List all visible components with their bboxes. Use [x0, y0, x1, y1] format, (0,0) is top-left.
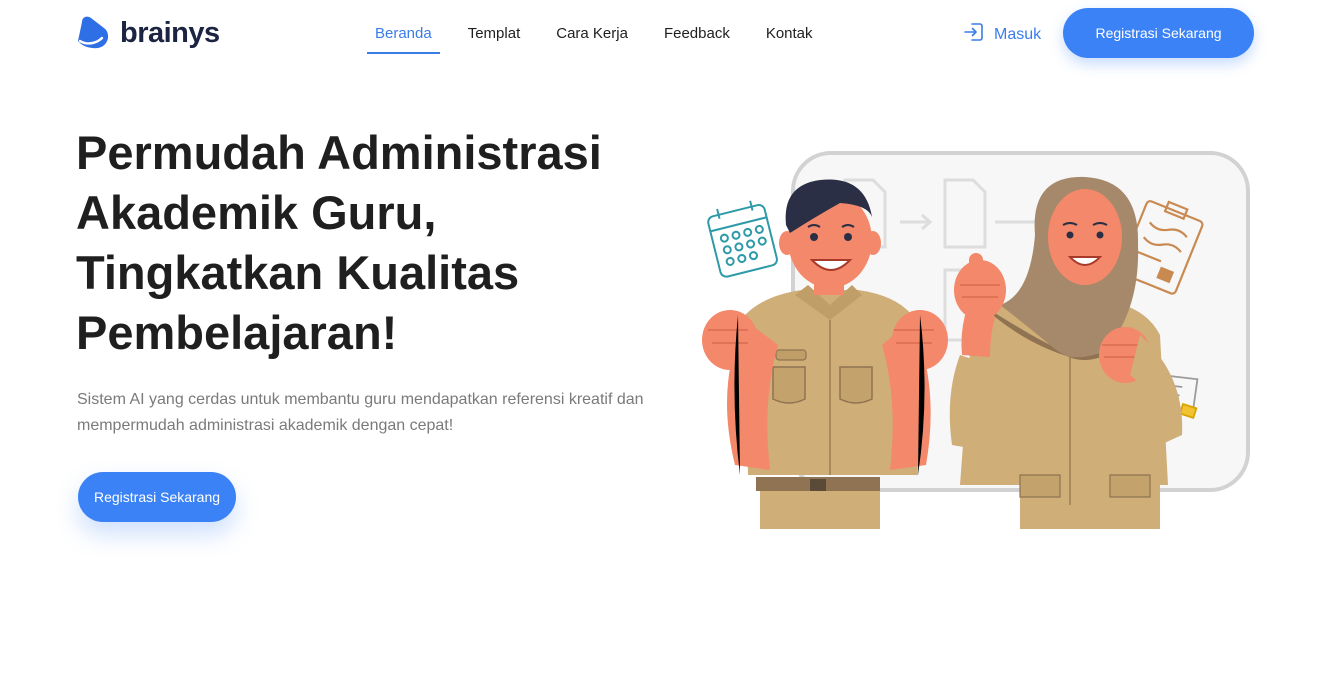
brainys-logo-icon [76, 14, 114, 52]
register-button-hero[interactable]: Registrasi Sekarang [78, 472, 236, 522]
nav-links: Beranda Templat Cara Kerja Feedback Kont… [367, 14, 841, 54]
nav-item-cara-kerja[interactable]: Cara Kerja [548, 14, 636, 54]
hero-title-line: Akademik Guru, [76, 186, 437, 239]
top-navbar: brainys Beranda Templat Cara Kerja Feedb… [0, 0, 1333, 68]
login-link[interactable]: Masuk [963, 21, 1041, 48]
sign-in-icon [963, 21, 985, 48]
teachers-celebrating-illustration [690, 145, 1260, 540]
nav-item-feedback[interactable]: Feedback [656, 14, 738, 54]
brand[interactable]: brainys [76, 14, 220, 52]
brand-name: brainys [120, 16, 220, 49]
login-label: Masuk [994, 25, 1042, 43]
hero-title-line: Tingkatkan Kualitas [76, 246, 520, 299]
register-button-nav[interactable]: Registrasi Sekarang [1063, 8, 1254, 58]
nav-item-kontak[interactable]: Kontak [758, 14, 821, 54]
nav-item-beranda[interactable]: Beranda [367, 14, 440, 54]
hero-subtitle: Sistem AI yang cerdas untuk membantu gur… [77, 391, 644, 434]
hero-title-line: Pembelajaran! [76, 306, 398, 359]
hero-title-line: Permudah Administrasi [76, 126, 602, 179]
hero-title: Permudah Administrasi Akademik Guru, Tin… [76, 123, 676, 363]
nav-item-templat[interactable]: Templat [460, 14, 529, 54]
